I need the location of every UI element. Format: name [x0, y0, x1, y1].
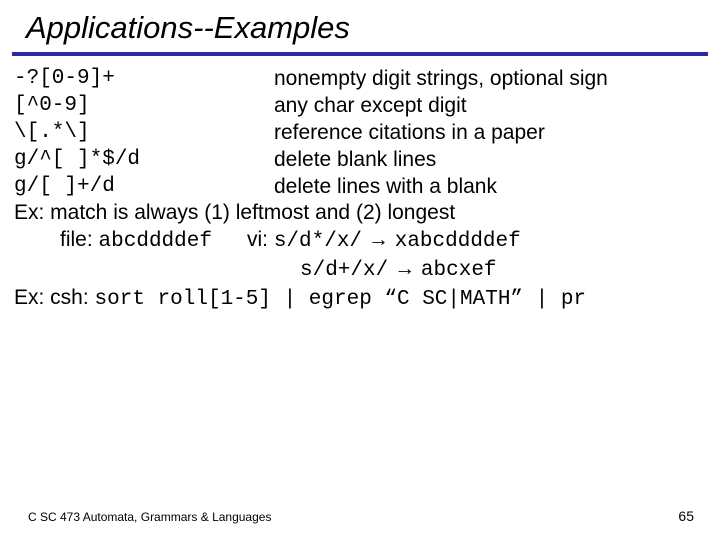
regex-desc: delete lines with a blank	[274, 174, 706, 201]
vi-result: xabcddddef	[395, 230, 521, 253]
vi-cmd: s/d*/x/	[274, 230, 362, 253]
vi-label: vi:	[247, 228, 268, 251]
file-value: abcddddef	[99, 230, 212, 253]
regex-desc: reference citations in a paper	[274, 120, 706, 147]
example-row: [^0-9] any char except digit	[14, 93, 706, 120]
regex-pattern: \[.*\]	[14, 120, 274, 147]
regex-pattern: [^0-9]	[14, 93, 274, 120]
example-row: g/[ ]+/d delete lines with a blank	[14, 174, 706, 201]
example-csh-line: Ex: csh: sort roll[1-5] | egrep “C SC|MA…	[14, 285, 706, 314]
regex-desc: nonempty digit strings, optional sign	[274, 66, 706, 93]
vi-cmd: s/d+/x/	[300, 259, 388, 282]
vi-result: abcxef	[421, 259, 497, 282]
example-file-line: file: abcddddef vi: s/d*/x/ → xabcddddef	[14, 227, 706, 256]
example-row: \[.*\] reference citations in a paper	[14, 120, 706, 147]
page-number: 65	[678, 508, 694, 524]
arrow-icon: →	[368, 228, 395, 251]
example-row: g/^[ ]*$/d delete blank lines	[14, 147, 706, 174]
regex-desc: any char except digit	[274, 93, 706, 120]
regex-desc: delete blank lines	[274, 147, 706, 174]
footer-text: C SC 473 Automata, Grammars & Languages	[28, 510, 271, 524]
example-file-line-2: s/d+/x/ → abcxef	[14, 256, 706, 285]
slide-title: Applications--Examples	[0, 0, 720, 52]
csh-cmd: sort roll[1-5] | egrep “C SC|MATH” | pr	[95, 288, 586, 311]
slide-body: -?[0-9]+ nonempty digit strings, optiona…	[0, 66, 720, 314]
regex-pattern: g/^[ ]*$/d	[14, 147, 274, 174]
title-underline	[12, 52, 708, 56]
regex-pattern: g/[ ]+/d	[14, 174, 274, 201]
file-label: file:	[60, 228, 93, 251]
arrow-icon: →	[394, 257, 421, 280]
regex-pattern: -?[0-9]+	[14, 66, 274, 93]
example-note: Ex: match is always (1) leftmost and (2)…	[14, 200, 706, 227]
csh-label: Ex: csh:	[14, 286, 89, 309]
example-row: -?[0-9]+ nonempty digit strings, optiona…	[14, 66, 706, 93]
